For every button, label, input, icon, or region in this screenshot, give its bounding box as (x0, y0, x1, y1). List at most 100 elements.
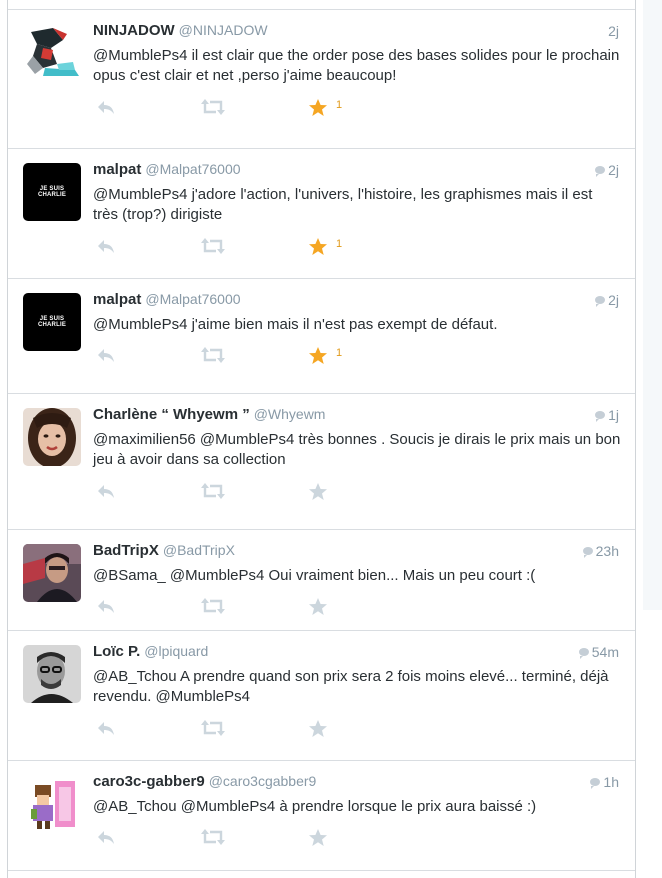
je-suis-charlie-avatar: JE SUIS CHARLIE (23, 163, 81, 221)
user-name[interactable]: Charlène “ Whyewm ” (93, 406, 250, 423)
reply-icon[interactable] (95, 719, 117, 741)
timestamp[interactable]: 54m (578, 644, 619, 660)
timestamp[interactable]: 2j (595, 162, 619, 178)
timestamp[interactable]: 1h (590, 774, 619, 790)
user-name[interactable]: malpat (93, 161, 141, 178)
reply-icon[interactable] (95, 482, 117, 504)
conversation-icon (578, 648, 589, 659)
retweet-icon[interactable] (200, 98, 226, 120)
timestamp-text[interactable]: 2j (608, 292, 619, 308)
tweet-actions: 1 (93, 237, 393, 259)
tweet-text: @AB_Tchou @MumblePs4 à prendre lorsque l… (93, 798, 537, 815)
reply-icon[interactable] (95, 597, 117, 619)
favorite-star-icon[interactable] (308, 597, 328, 619)
avatar-line-2: CHARLIE (37, 192, 67, 198)
tweet-actions (93, 719, 393, 741)
favorite-star-icon[interactable] (308, 237, 328, 259)
tweet-stream: NINJADOW @NINJADOW 2j @MumblePs4 il est c… (7, 0, 636, 878)
bw-photo-avatar-icon (23, 645, 81, 703)
timestamp-text[interactable]: 23h (596, 543, 619, 559)
page-background-strip (643, 0, 662, 610)
reply-icon[interactable] (95, 346, 117, 368)
tweet-text: @MumblePs4 j'adore l'action, l'univers, … (93, 186, 593, 223)
retweet-icon[interactable] (200, 719, 226, 741)
avatar[interactable]: JE SUIS CHARLIE (23, 163, 81, 221)
tweet-item[interactable]: JE SUIS CHARLIE malpat @Malpat76000 2j @M… (8, 279, 635, 394)
tweet-item[interactable]: NINJADOW @NINJADOW 2j @MumblePs4 il est c… (8, 9, 635, 149)
tweet-header: malpat @Malpat76000 2j (93, 161, 619, 181)
tweet-header: malpat @Malpat76000 2j (93, 291, 619, 311)
tweet-item[interactable]: Loïc P. @lpiquard 54m @AB_Tchou A prendre… (8, 631, 635, 761)
user-name[interactable]: malpat (93, 291, 141, 308)
tweet-actions (93, 597, 393, 619)
tweet-header: NINJADOW @NINJADOW 2j (93, 22, 619, 42)
woman-photo-avatar-icon (23, 408, 81, 466)
tweet-actions (93, 828, 393, 850)
tweet-actions (93, 482, 393, 504)
user-name[interactable]: caro3c-gabber9 (93, 773, 205, 790)
pixel-art-avatar-icon (23, 775, 81, 833)
user-handle[interactable]: @Malpat76000 (145, 291, 240, 307)
user-handle[interactable]: @BadTripX (163, 542, 235, 558)
timestamp-text[interactable]: 54m (592, 644, 619, 660)
timestamp[interactable]: 1j (595, 407, 619, 423)
tweet-actions: 1 (93, 346, 393, 368)
tweet-text: @maximilien56 @MumblePs4 très bonnes . S… (93, 431, 621, 468)
reply-icon[interactable] (95, 828, 117, 850)
man-photo-avatar-icon (23, 544, 81, 602)
tweet-item[interactable]: BadTripX @BadTripX 23h @BSama_ @MumblePs4… (8, 530, 635, 631)
retweet-icon[interactable] (200, 828, 226, 850)
ninja-avatar-icon (23, 24, 81, 82)
favorite-star-icon[interactable] (308, 98, 328, 120)
user-name[interactable]: NINJADOW (93, 22, 175, 39)
favorite-count: 1 (336, 238, 343, 250)
avatar[interactable]: JE SUIS CHARLIE (23, 293, 81, 351)
timestamp[interactable]: 2j (595, 292, 619, 308)
tweet-text: @AB_Tchou A prendre quand son prix sera … (93, 668, 609, 705)
tweet-header: BadTripX @BadTripX 23h (93, 542, 619, 562)
user-handle[interactable]: @lpiquard (144, 643, 208, 659)
user-handle[interactable]: @Whyewm (254, 406, 326, 422)
retweet-icon[interactable] (200, 482, 226, 504)
favorite-star-icon[interactable] (308, 828, 328, 850)
avatar[interactable] (23, 408, 81, 466)
tweet-header: Loïc P. @lpiquard 54m (93, 643, 619, 663)
avatar[interactable] (23, 775, 81, 833)
tweet-item[interactable]: caro3c-gabber9 @caro3cgabber9 1h @AB_Tcho… (8, 761, 635, 871)
tweet-item[interactable]: JE SUIS CHARLIE malpat @Malpat76000 2j @M… (8, 149, 635, 279)
tweet-actions: 1 (93, 98, 393, 120)
timestamp-text[interactable]: 1j (608, 407, 619, 423)
tweet-text: @MumblePs4 j'aime bien mais il n'est pas… (93, 316, 498, 333)
favorite-star-icon[interactable] (308, 482, 328, 504)
avatar-line-2: CHARLIE (37, 322, 67, 328)
retweet-icon[interactable] (200, 346, 226, 368)
tweet-header: caro3c-gabber9 @caro3cgabber9 1h (93, 773, 619, 793)
timestamp-text[interactable]: 1h (603, 774, 619, 790)
retweet-icon[interactable] (200, 597, 226, 619)
favorite-star-icon[interactable] (308, 346, 328, 368)
timestamp-text[interactable]: 2j (608, 23, 619, 39)
tweet-item[interactable]: Charlène “ Whyewm ” @Whyewm 1j @maximilie… (8, 394, 635, 530)
avatar[interactable] (23, 544, 81, 602)
retweet-icon[interactable] (200, 237, 226, 259)
conversation-icon (582, 547, 593, 558)
favorite-star-icon[interactable] (308, 719, 328, 741)
je-suis-charlie-avatar: JE SUIS CHARLIE (23, 293, 81, 351)
favorite-count: 1 (336, 99, 343, 111)
favorite-count: 1 (336, 347, 343, 359)
user-name[interactable]: Loïc P. (93, 643, 140, 660)
tweet-header: Charlène “ Whyewm ” @Whyewm 1j (93, 406, 619, 426)
timestamp[interactable]: 2j (608, 23, 619, 39)
avatar[interactable] (23, 24, 81, 82)
tweet-text: @MumblePs4 il est clair que the order po… (93, 47, 620, 84)
timestamp[interactable]: 23h (582, 543, 619, 559)
user-handle[interactable]: @NINJADOW (179, 22, 268, 38)
user-handle[interactable]: @Malpat76000 (145, 161, 240, 177)
reply-icon[interactable] (95, 237, 117, 259)
user-handle[interactable]: @caro3cgabber9 (209, 773, 317, 789)
reply-icon[interactable] (95, 98, 117, 120)
timestamp-text[interactable]: 2j (608, 162, 619, 178)
avatar[interactable] (23, 645, 81, 703)
tweet-text: @BSama_ @MumblePs4 Oui vraiment bien... … (93, 567, 536, 584)
user-name[interactable]: BadTripX (93, 542, 159, 559)
